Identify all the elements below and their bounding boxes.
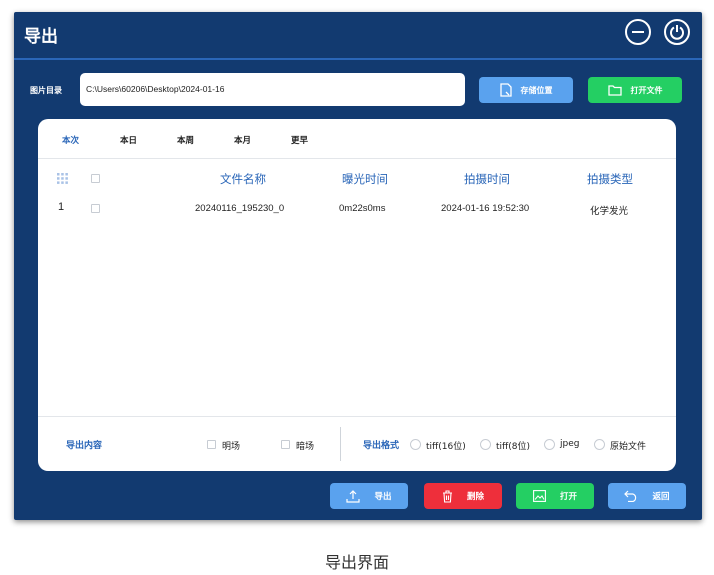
export-button[interactable]: 导出 (330, 483, 408, 509)
format-jpeg-label: jpeg (560, 439, 580, 449)
upload-icon (346, 489, 361, 503)
column-header-shot-time[interactable]: 拍摄时间 (464, 171, 510, 187)
tab-today[interactable]: 本日 (120, 134, 137, 146)
drag-grid-icon[interactable] (57, 173, 68, 184)
tab-this-month[interactable]: 本月 (234, 134, 251, 146)
back-button[interactable]: 返回 (608, 483, 686, 509)
column-header-exposure[interactable]: 曝光时间 (342, 171, 388, 187)
export-button-label: 导出 (374, 492, 392, 502)
folder-location-icon (499, 83, 512, 97)
back-button-label: 返回 (652, 492, 670, 502)
dark-field-checkbox[interactable] (281, 440, 290, 449)
tab-earlier[interactable]: 更早 (291, 134, 308, 146)
directory-label: 图片目录 (30, 86, 62, 95)
row-checkbox[interactable] (91, 204, 100, 213)
folder-icon (607, 85, 622, 96)
format-jpeg-radio[interactable] (544, 439, 555, 450)
cell-exposure: 0m22s0ms (339, 203, 386, 214)
column-header-shot-type[interactable]: 拍摄类型 (587, 171, 633, 187)
cell-shot-type: 化学发光 (590, 206, 629, 217)
dark-field-label: 暗场 (296, 442, 315, 452)
export-options-bar: 导出内容 明场 暗场 导出格式 tiff(16位) tiff(8位) jpeg … (38, 416, 676, 471)
export-window: 导出 图片目录 C:\Users\60206\Desktop\2024-01-1… (14, 12, 702, 520)
trash-icon (442, 489, 452, 503)
delete-button[interactable]: 删除 (424, 483, 502, 509)
return-arrow-icon (624, 490, 637, 502)
format-tiff8-label: tiff(8位) (496, 442, 530, 452)
format-tiff8-radio[interactable] (480, 439, 491, 450)
format-raw-radio[interactable] (594, 439, 605, 450)
delete-button-label: 删除 (466, 492, 484, 502)
tab-this-week[interactable]: 本周 (177, 134, 194, 146)
tab-current[interactable]: 本次 (62, 134, 79, 146)
cell-file-name: 20240116_195230_0 (195, 203, 285, 214)
bright-field-checkbox[interactable] (207, 440, 216, 449)
directory-path-field[interactable]: C:\Users\60206\Desktop\2024-01-16 (80, 73, 465, 106)
open-file-button[interactable]: 打开文件 (588, 77, 682, 103)
power-glyph (670, 25, 684, 40)
figure-caption: 导出界面 (324, 553, 389, 572)
options-divider (340, 427, 341, 461)
export-content-label: 导出内容 (66, 441, 103, 451)
bright-field-label: 明场 (222, 442, 241, 452)
power-icon[interactable] (664, 19, 690, 45)
save-location-label: 存储位置 (520, 85, 553, 95)
minimize-icon[interactable] (625, 19, 651, 45)
open-button-label: 打开 (559, 492, 577, 502)
image-icon (533, 490, 546, 502)
column-header-file-name[interactable]: 文件名称 (220, 171, 266, 187)
format-tiff16-radio[interactable] (410, 439, 421, 450)
open-file-label: 打开文件 (630, 85, 663, 95)
row-index: 1 (58, 201, 65, 213)
save-location-button[interactable]: 存储位置 (479, 77, 573, 103)
window-title: 导出 (24, 27, 58, 47)
time-filter-tabs: 本次 本日 本周 本月 更早 (38, 119, 676, 159)
open-button[interactable]: 打开 (516, 483, 594, 509)
format-tiff16-label: tiff(16位) (426, 442, 466, 452)
format-raw-label: 原始文件 (610, 442, 647, 452)
cell-shot-time: 2024-01-16 19:52:30 (441, 203, 530, 214)
file-list-panel: 本次 本日 本周 本月 更早 文件名称 曝光时间 拍摄时间 拍摄类型 1 202… (38, 119, 676, 471)
export-format-label: 导出格式 (363, 441, 400, 451)
title-bar: 导出 (14, 12, 702, 60)
select-all-checkbox[interactable] (91, 174, 100, 183)
